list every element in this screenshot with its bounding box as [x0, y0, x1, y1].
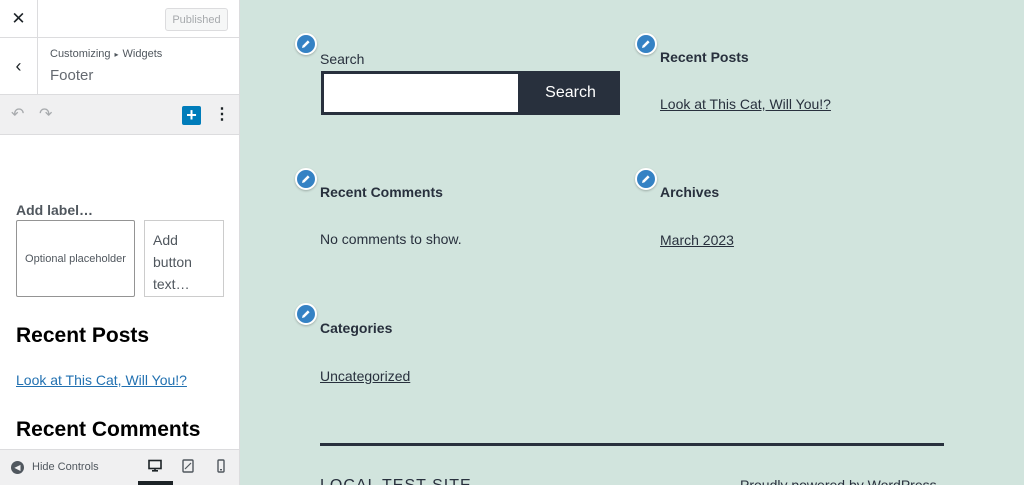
- back-icon[interactable]: ‹: [0, 38, 38, 95]
- panel-title: Footer: [50, 67, 94, 84]
- site-name[interactable]: LOCAL TEST SITE: [320, 477, 472, 485]
- powered-by[interactable]: Proudly powered by WordPress: [740, 477, 937, 485]
- block-toolbar: ↶ ↷: [0, 95, 239, 135]
- plus-icon[interactable]: +: [182, 106, 201, 125]
- search-input[interactable]: [321, 71, 521, 115]
- search-label-input[interactable]: Add label…: [16, 202, 93, 218]
- panel-header: ‹ Customizing ▸ Widgets Footer: [0, 38, 239, 95]
- hide-controls-button[interactable]: Hide Controls: [32, 461, 99, 473]
- archive-link[interactable]: March 2023: [660, 232, 734, 248]
- search-button[interactable]: Search: [521, 71, 620, 115]
- pencil-icon[interactable]: [635, 168, 657, 190]
- site-preview: Search Search Recent Posts Look at This …: [240, 0, 1024, 485]
- desktop-icon[interactable]: [148, 459, 162, 478]
- redo-icon[interactable]: ↷: [39, 104, 52, 124]
- hide-icon[interactable]: ◀: [11, 461, 24, 474]
- recent-post-link[interactable]: Look at This Cat, Will You!?: [16, 372, 187, 388]
- categories-title: Categories: [320, 320, 393, 336]
- recent-comments-heading[interactable]: Recent Comments: [16, 418, 200, 442]
- no-comments-text: No comments to show.: [320, 231, 462, 247]
- recent-comments-title: Recent Comments: [320, 184, 443, 200]
- recent-posts-heading[interactable]: Recent Posts: [16, 324, 149, 348]
- search-placeholder-input[interactable]: Optional placeholder: [16, 220, 135, 297]
- pencil-icon[interactable]: [295, 33, 317, 55]
- pencil-icon[interactable]: [295, 303, 317, 325]
- tablet-icon[interactable]: [182, 459, 194, 478]
- published-button[interactable]: Published: [165, 8, 228, 31]
- breadcrumb-parent: Customizing: [50, 48, 111, 60]
- more-icon[interactable]: ⋮: [214, 104, 230, 124]
- customizer-sidebar: ✕ Published ‹ Customizing ▸ Widgets Footer…: [0, 0, 240, 485]
- undo-icon[interactable]: ↶: [11, 104, 24, 124]
- recent-posts-title: Recent Posts: [660, 49, 749, 65]
- pencil-icon[interactable]: [295, 168, 317, 190]
- close-icon[interactable]: ✕: [0, 0, 38, 38]
- search-widget-label: Search: [320, 51, 365, 67]
- breadcrumb-child: Widgets: [122, 48, 163, 60]
- active-device-indicator: [138, 481, 173, 485]
- sidebar-top-bar: ✕ Published: [0, 0, 239, 38]
- sidebar-footer: ◀ Hide Controls: [0, 449, 239, 485]
- footer-divider: [320, 443, 944, 446]
- breadcrumb: Customizing ▸ Widgets: [50, 48, 162, 60]
- recent-post-link[interactable]: Look at This Cat, Will You!?: [660, 96, 831, 112]
- archives-title: Archives: [660, 184, 720, 200]
- search-button-text-input[interactable]: Add button text…: [144, 220, 224, 297]
- category-link[interactable]: Uncategorized: [320, 368, 410, 384]
- mobile-icon[interactable]: [217, 459, 225, 478]
- breadcrumb-arrow-icon: ▸: [114, 50, 119, 59]
- pencil-icon[interactable]: [635, 33, 657, 55]
